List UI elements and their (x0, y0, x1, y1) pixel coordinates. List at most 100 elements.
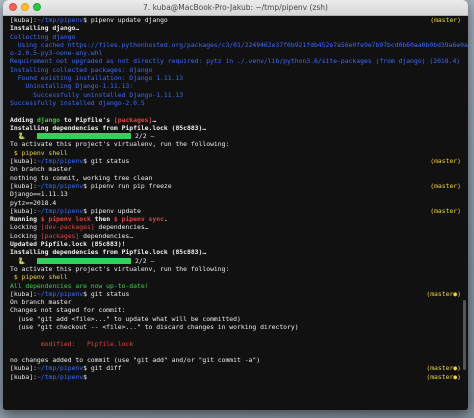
prompt-line: [kuba]:~/tmp/pipenv$ pipenv run pip free… (10, 182, 461, 190)
output-text: (use "git add <file>..." to update what … (10, 314, 241, 323)
output-text: To activate this project's virtualenv, r… (10, 140, 230, 149)
output-segment: $ pipenv sync (113, 215, 164, 224)
terminal-line: $ pipenv shell (10, 273, 461, 281)
output-segment: … (152, 115, 157, 124)
prompt-user: [kuba] (10, 364, 34, 373)
terminal-line: Collecting django (10, 33, 461, 41)
terminal-line: Django==1.11.13 (10, 190, 461, 198)
output-segment: . (163, 215, 168, 224)
command-text: git status (86, 157, 130, 166)
terminal-line: (use "git add <file>..." to update what … (10, 315, 461, 323)
output-text: On branch master (10, 298, 72, 307)
progress-count: 2/2 — (131, 132, 159, 141)
terminal-line: Changes not staged for commit: (10, 306, 461, 314)
terminal-line: All dependencies are now up-to-date! (10, 282, 461, 290)
output-text: $ pipenv shell (10, 273, 68, 282)
output-text: Found existing installation: Django 1.11… (10, 74, 184, 83)
terminal-line: Locking [packages] dependencies… (10, 232, 461, 240)
terminal-line: Successfully installed django-2.0.5 (10, 99, 461, 107)
terminal-line: Found existing installation: Django 1.11… (10, 74, 461, 82)
output-text: Django==1.11.13 (10, 190, 68, 199)
output-text: modified: Pipfile.lock (10, 339, 134, 348)
output-text: All dependencies are now up-to-date! (10, 281, 149, 290)
terminal-line: Adding django to Pipfile's [packages]… (10, 116, 461, 124)
prompt-user: [kuba] (10, 206, 34, 215)
command-text: pipenv run pip freeze (86, 181, 172, 190)
output-text: On branch master (10, 165, 72, 174)
prompt-path: ~/tmp/pipenv (36, 16, 84, 24)
prompt-line: [kuba]:~/tmp/pipenv$ pipenv update (maste… (10, 207, 461, 215)
terminal-line: Using cached https://files.pythonhosted.… (10, 41, 468, 49)
prompt-user: [kuba] (10, 372, 34, 381)
terminal-line: o-2.0.5-py3-none-any.whl (10, 49, 461, 57)
output-text: Updated Pipfile.lock (85c883)! (10, 240, 126, 249)
output-segment: Locking (10, 223, 41, 232)
output-text: (use "git checkout -- <file>..." to disc… (10, 322, 299, 331)
output-text: nothing to commit, working tree clean (10, 173, 153, 182)
snake-icon: 🐍 (10, 256, 38, 265)
output-segment: Locking (10, 231, 41, 240)
terminal-line: Locking [dev-packages] dependencies… (10, 223, 461, 231)
output-segment: dependencies… (79, 231, 134, 240)
output-text: Requirement not upgraded as not directly… (10, 57, 461, 66)
output-text: Successfully installed django-2.0.5 (10, 98, 145, 107)
output-text: Installing dependencies from Pipfile.loc… (10, 248, 207, 257)
command-text: pipenv update (86, 206, 141, 215)
terminal-line: pytz==2018.4 (10, 199, 461, 207)
prompt-user: [kuba] (10, 157, 34, 166)
terminal-line: (use "git checkout -- <file>..." to disc… (10, 323, 461, 331)
output-text: Changes not staged for commit: (10, 306, 126, 315)
output-text: pytz==2018.4 (10, 198, 57, 207)
prompt-path: ~/tmp/pipenv (36, 364, 84, 373)
git-branch-badge: (master) (430, 206, 461, 215)
prompt-symbol: $ (83, 372, 87, 381)
terminal-line: modified: Pipfile.lock (10, 340, 461, 348)
command-text: git diff (86, 364, 122, 373)
terminal-line: Installing dependencies from Pipfile.loc… (10, 124, 461, 132)
terminal-line: Installing collected packages: django (10, 66, 461, 74)
progress-count: 2/2 — (131, 256, 159, 265)
output-text: Installing dependencies from Pipfile.loc… (10, 123, 207, 132)
prompt-path: ~/tmp/pipenv (36, 289, 84, 298)
title-bar[interactable]: 7. kuba@MacBook-Pro-Jakub: ~/tmp/pipenv … (3, 0, 468, 16)
git-branch-badge: (master●) (426, 289, 461, 298)
output-text: no changes added to commit (use "git add… (10, 356, 261, 365)
terminal-line: nothing to commit, working tree clean (10, 174, 461, 182)
terminal-line: Installing django… (10, 24, 461, 32)
output-text: Using cached https://files.pythonhosted.… (10, 40, 468, 49)
git-branch-badge: (master) (430, 181, 461, 190)
terminal-line: Updated Pipfile.lock (85c883)! (10, 240, 461, 248)
prompt-line: [kuba]:~/tmp/pipenv$ pipenv update djang… (10, 16, 461, 24)
terminal-line: Requirement not upgraded as not directly… (10, 57, 461, 65)
prompt-path: ~/tmp/pipenv (36, 372, 84, 381)
output-text: Collecting django (10, 32, 76, 41)
prompt-path: ~/tmp/pipenv (36, 206, 84, 215)
prompt-path: ~/tmp/pipenv (36, 181, 84, 190)
output-segment: to Pipfile's (60, 115, 114, 124)
git-branch-badge: (master) (430, 16, 461, 24)
output-segment: django (36, 115, 61, 124)
window-title: 7. kuba@MacBook-Pro-Jakub: ~/tmp/pipenv … (143, 3, 328, 12)
terminal-line: $ pipenv shell (10, 149, 461, 157)
terminal-window: 7. kuba@MacBook-Pro-Jakub: ~/tmp/pipenv … (3, 0, 468, 410)
output-text: $ pipenv shell (10, 148, 68, 157)
terminal-output[interactable]: [kuba]:~/tmp/pipenv$ pipenv update djang… (3, 16, 468, 410)
scrollbar[interactable] (463, 300, 466, 370)
terminal-line: no changes added to commit (use "git add… (10, 356, 461, 364)
terminal-line: On branch master (10, 298, 461, 306)
output-text: To activate this project's virtualenv, r… (10, 264, 230, 273)
git-branch-badge: (master●) (426, 372, 461, 381)
snake-icon: 🐍 (10, 132, 38, 141)
prompt-line: [kuba]:~/tmp/pipenv$ git status (master) (10, 157, 461, 165)
git-branch-badge: (master●) (426, 364, 461, 373)
output-segment: then (90, 215, 114, 224)
output-segment: Running (10, 215, 41, 224)
terminal-line: On branch master (10, 165, 461, 173)
output-segment: $ pipenv lock (40, 215, 91, 224)
command-text: git status (86, 289, 130, 298)
output-segment: [packages] (113, 115, 153, 124)
prompt-user: [kuba] (10, 16, 34, 24)
